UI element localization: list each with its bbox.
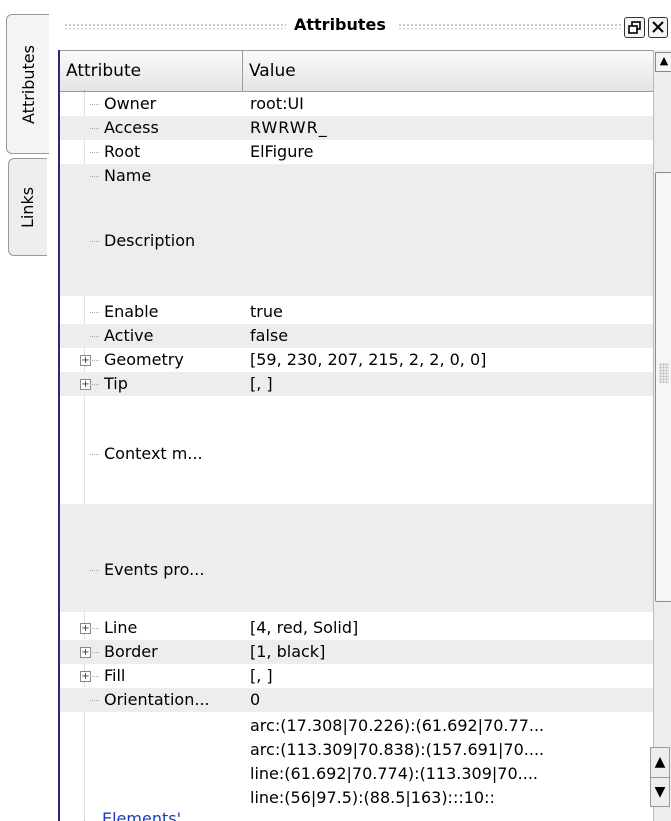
tab-links-label: Links [18, 186, 38, 228]
row-value: [, ] [250, 666, 273, 685]
elements-scroll-down-icon[interactable]: ▼ [651, 777, 669, 806]
row-value: ElFigure [250, 142, 314, 161]
table-row[interactable]: Active false [60, 324, 653, 348]
table-row[interactable]: + Tip [, ] [60, 372, 653, 396]
dock-title: Attributes [294, 15, 386, 34]
table-row[interactable]: + Border [1, black] [60, 640, 653, 664]
row-name: Events pro... [104, 560, 205, 579]
close-icon[interactable] [648, 17, 668, 38]
row-name: Fill [104, 666, 126, 685]
row-name: Description [104, 231, 196, 250]
element-line: line:(61.692|70.774):(113.309|70.... [250, 764, 538, 783]
header-attribute[interactable]: Attribute [60, 51, 243, 91]
elements-scrollbar[interactable]: ▲ ▼ [650, 747, 670, 807]
table-row[interactable]: Events pro... [60, 504, 653, 612]
row-name: Border [104, 642, 158, 661]
table-row[interactable]: arc:(17.308|70.226):(61.692|70.77... arc… [60, 712, 653, 821]
row-name: Orientation... [104, 690, 210, 709]
row-value: root:UI [250, 94, 304, 113]
tab-attributes-label: Attributes [18, 44, 38, 124]
row-name: Owner [104, 94, 157, 113]
header-value[interactable]: Value [243, 51, 653, 91]
row-value: false [250, 326, 289, 345]
row-name: Tip [104, 374, 128, 393]
scroll-up-icon[interactable]: ▲ [655, 52, 671, 72]
scrollbar-thumb[interactable] [655, 172, 671, 602]
dock-title-bar[interactable]: Attributes [58, 10, 671, 42]
row-name[interactable]: Elements'... [102, 809, 196, 821]
table-row[interactable]: Name [60, 164, 653, 188]
row-name: Root [104, 142, 141, 161]
row-name: Name [104, 166, 152, 185]
row-value: RWRWR_ [250, 118, 328, 137]
row-value: [, ] [250, 374, 273, 393]
row-value: 0 [250, 690, 261, 709]
element-line: arc:(113.309|70.838):(157.691|70.... [250, 740, 545, 759]
row-name: Line [104, 618, 138, 637]
vertical-scrollbar[interactable]: ▲ [653, 50, 671, 821]
table-header: Attribute Value [60, 50, 653, 92]
float-icon[interactable] [624, 17, 645, 38]
row-name: Context m... [104, 444, 203, 463]
element-line: line:(56|97.5):(88.5|163):::10:: [250, 788, 495, 807]
table-row[interactable]: Description [60, 188, 653, 296]
table-row[interactable]: + Fill [, ] [60, 664, 653, 688]
table-row[interactable]: Root ElFigure [60, 140, 653, 164]
elements-scroll-up-icon[interactable]: ▲ [651, 748, 669, 776]
table-row[interactable]: Context m... [60, 396, 653, 504]
table-row[interactable]: + Geometry [59, 230, 207, 215, 2, 2, 0, … [60, 348, 653, 372]
title-grip-right [398, 23, 623, 29]
title-grip-left [64, 23, 286, 29]
tab-links[interactable]: Links [8, 158, 47, 256]
row-name: Geometry [104, 350, 184, 369]
row-value: true [250, 302, 283, 321]
row-name: Enable [104, 302, 159, 321]
row-value: [1, black] [250, 642, 326, 661]
tab-attributes[interactable]: Attributes [6, 14, 49, 154]
element-line: arc:(17.308|70.226):(61.692|70.77... [250, 716, 545, 735]
row-name: Active [104, 326, 154, 345]
side-tab-strip: Attributes Links [0, 0, 58, 821]
table-row[interactable]: + Line [4, red, Solid] [60, 616, 653, 640]
row-name: Access [104, 118, 159, 137]
table-row[interactable]: Owner root:UI [60, 92, 653, 116]
table-row[interactable]: Access RWRWR_ [60, 116, 653, 140]
row-value: [4, red, Solid] [250, 618, 359, 637]
attributes-tree[interactable]: Attribute Value Owner root:UI Access RWR… [58, 50, 655, 821]
table-row[interactable]: Enable true [60, 300, 653, 324]
table-row[interactable]: Orientation... 0 [60, 688, 653, 712]
row-value: [59, 230, 207, 215, 2, 2, 0, 0] [250, 350, 487, 369]
